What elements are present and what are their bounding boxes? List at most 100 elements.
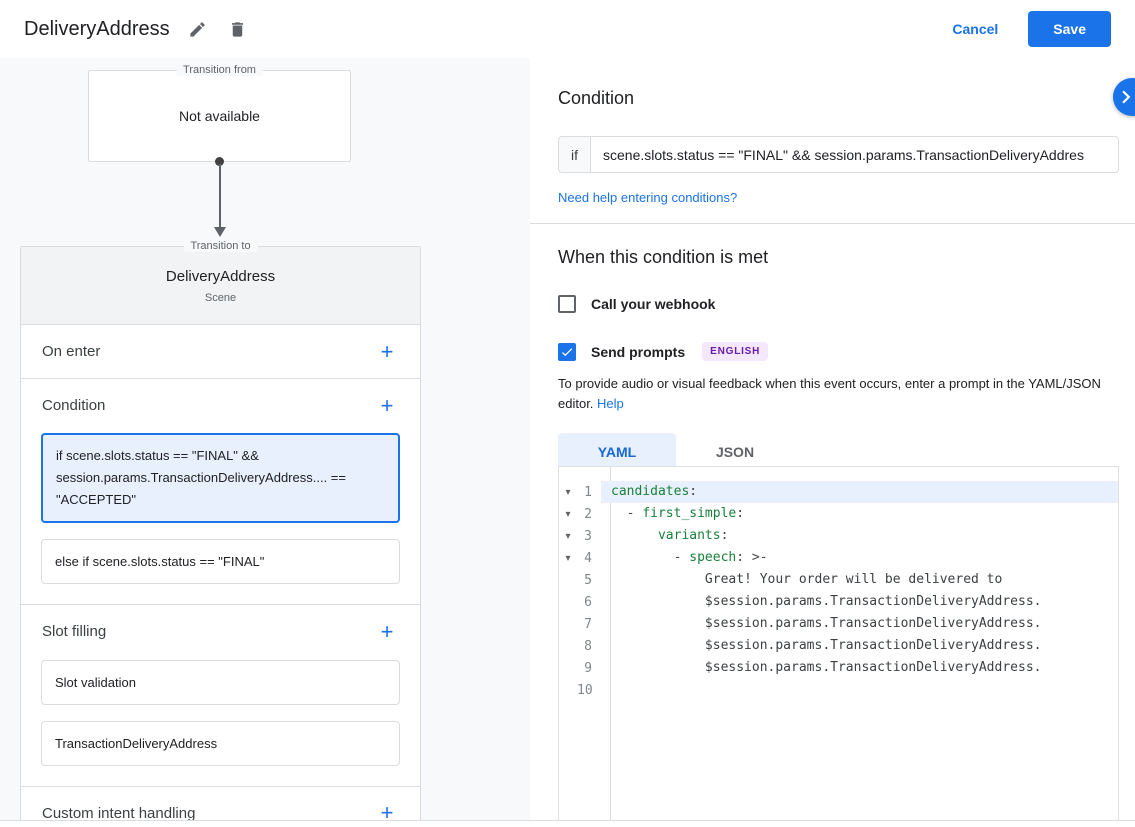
editor-tabs: YAMLJSON — [558, 433, 1119, 470]
slot-validation-card[interactable]: Slot validation — [41, 660, 400, 705]
code-text[interactable]: $session.params.TransactionDeliveryAddre… — [601, 613, 1118, 635]
code-line[interactable]: 6 $session.params.TransactionDeliveryAdd… — [559, 591, 1118, 613]
slot-name-card[interactable]: TransactionDeliveryAddress — [41, 721, 400, 766]
top-bar: DeliveryAddress Cancel Save — [0, 0, 1135, 58]
main-area: Transition from Not available Transition… — [0, 58, 1135, 821]
code-segment-plain: - — [611, 506, 642, 521]
if-label: if — [558, 136, 590, 173]
when-condition-met-title: When this condition is met — [558, 247, 1119, 268]
code-text[interactable]: - speech: >- — [601, 547, 1118, 569]
code-segment-text: $session.params.TransactionDeliveryAddre… — [611, 660, 1041, 675]
code-text[interactable] — [601, 679, 1118, 701]
code-editor[interactable]: ▾1candidates:▾2 - first_simple:▾3 varian… — [558, 466, 1119, 820]
send-prompts-label: Send prompts — [591, 344, 685, 360]
code-text[interactable]: $session.params.TransactionDeliveryAddre… — [601, 657, 1118, 679]
tab-yaml[interactable]: YAML — [558, 433, 676, 470]
line-number: 10 — [577, 683, 601, 698]
condition-detail-panel: Condition if Need help entering conditio… — [530, 58, 1135, 820]
code-editor-inner: ▾1candidates:▾2 - first_simple:▾3 varian… — [559, 467, 1118, 820]
title-group: DeliveryAddress — [24, 17, 952, 41]
scene-subtitle: Scene — [205, 292, 236, 304]
slot-filling-section-row: Slot filling + — [21, 605, 420, 658]
arrow-down-icon — [214, 227, 226, 237]
condition-expression-input[interactable] — [590, 136, 1119, 173]
scene-name: DeliveryAddress — [166, 268, 275, 285]
tab-json[interactable]: JSON — [676, 433, 794, 470]
webhook-label: Call your webhook — [591, 296, 715, 312]
transition-from-value: Not available — [179, 108, 260, 124]
webhook-row: Call your webhook — [558, 295, 1119, 313]
code-segment-plain — [611, 528, 658, 543]
panel-title: Condition — [558, 88, 1119, 109]
code-segment-key: variants — [658, 528, 721, 543]
transition-to-card: Transition to DeliveryAddress Scene On e… — [20, 246, 421, 820]
on-enter-section: On enter + — [21, 325, 420, 378]
code-segment-key: first_simple — [642, 506, 736, 521]
page-title: DeliveryAddress — [24, 18, 170, 41]
send-prompts-row: Send prompts ENGLISH — [558, 342, 1119, 361]
fold-arrow-icon[interactable]: ▾ — [559, 487, 577, 498]
custom-intent-section: Custom intent handling + — [21, 786, 420, 820]
code-segment-plain: : — [736, 550, 752, 565]
code-text[interactable]: $session.params.TransactionDeliveryAddre… — [601, 591, 1118, 613]
line-number: 7 — [577, 617, 601, 632]
line-number: 8 — [577, 639, 601, 654]
code-line[interactable]: 8 $session.params.TransactionDeliveryAdd… — [559, 635, 1118, 657]
code-segment-text: $session.params.TransactionDeliveryAddre… — [611, 616, 1041, 631]
edit-title-button[interactable] — [186, 17, 210, 41]
code-segment-plain: : — [736, 506, 744, 521]
code-line[interactable]: ▾1candidates: — [559, 481, 1118, 503]
code-segment-key: speech — [689, 550, 736, 565]
save-button[interactable]: Save — [1028, 11, 1111, 47]
condition-section: Condition + if scene.slots.status == "FI… — [21, 378, 420, 604]
add-on-enter-button[interactable]: + — [375, 341, 399, 363]
line-number: 1 — [577, 485, 601, 500]
code-line[interactable]: ▾3 variants: — [559, 525, 1118, 547]
help-link[interactable]: Help — [597, 396, 624, 411]
code-segment-text: $session.params.TransactionDeliveryAddre… — [611, 638, 1041, 653]
code-line[interactable]: 7 $session.params.TransactionDeliveryAdd… — [559, 613, 1118, 635]
code-segment-key: candidates — [611, 484, 689, 499]
fold-arrow-icon[interactable]: ▾ — [559, 553, 577, 564]
condition-card-selected[interactable]: if scene.slots.status == "FINAL" && sess… — [41, 433, 400, 523]
fold-arrow-icon[interactable]: ▾ — [559, 509, 577, 520]
code-line[interactable]: ▾4 - speech: >- — [559, 547, 1118, 569]
fold-arrow-icon[interactable]: ▾ — [559, 531, 577, 542]
add-custom-intent-button[interactable]: + — [375, 802, 399, 820]
code-text[interactable]: $session.params.TransactionDeliveryAddre… — [601, 635, 1118, 657]
condition-card-else[interactable]: else if scene.slots.status == "FINAL" — [41, 539, 400, 584]
prompt-hint-text: To provide audio or visual feedback when… — [558, 376, 1101, 411]
code-segment-plain: - — [611, 550, 689, 565]
code-lines: ▾1candidates:▾2 - first_simple:▾3 varian… — [559, 481, 1118, 701]
code-segment-text: $session.params.TransactionDeliveryAddre… — [611, 594, 1041, 609]
code-line[interactable]: ▾2 - first_simple: — [559, 503, 1118, 525]
checkmark-icon — [560, 345, 574, 359]
code-line[interactable]: 5 Great! Your order will be delivered to — [559, 569, 1118, 591]
send-prompts-checkbox[interactable] — [558, 343, 576, 361]
add-slot-button[interactable]: + — [375, 621, 399, 643]
delete-scene-button[interactable] — [226, 17, 250, 41]
transition-from-label: Transition from — [176, 64, 263, 76]
cancel-button[interactable]: Cancel — [952, 21, 998, 37]
code-segment-plain: : — [721, 528, 729, 543]
code-line[interactable]: 9 $session.params.TransactionDeliveryAdd… — [559, 657, 1118, 679]
code-segment-text: Great! Your order will be delivered to — [611, 572, 1002, 587]
code-text[interactable]: Great! Your order will be delivered to — [601, 569, 1118, 591]
code-text[interactable]: variants: — [601, 525, 1118, 547]
custom-intent-label: Custom intent handling — [42, 805, 195, 820]
slot-filling-section: Slot filling + Slot validation Transacti… — [21, 604, 420, 786]
language-badge[interactable]: ENGLISH — [702, 342, 768, 361]
topbar-actions: Cancel Save — [952, 11, 1111, 47]
line-number: 2 — [577, 507, 601, 522]
condition-section-row: Condition + — [21, 379, 420, 432]
webhook-checkbox[interactable] — [558, 295, 576, 313]
code-text[interactable]: - first_simple: — [601, 503, 1118, 525]
prompt-hint: To provide audio or visual feedback when… — [558, 374, 1119, 414]
code-line[interactable]: 10 — [559, 679, 1118, 701]
panel-content: Condition if Need help entering conditio… — [530, 58, 1135, 820]
code-segment-plain: >- — [752, 550, 768, 565]
add-condition-button[interactable]: + — [375, 395, 399, 417]
scene-card-header: DeliveryAddress Scene — [21, 247, 420, 325]
code-text[interactable]: candidates: — [601, 481, 1118, 503]
condition-help-link[interactable]: Need help entering conditions? — [558, 190, 737, 205]
